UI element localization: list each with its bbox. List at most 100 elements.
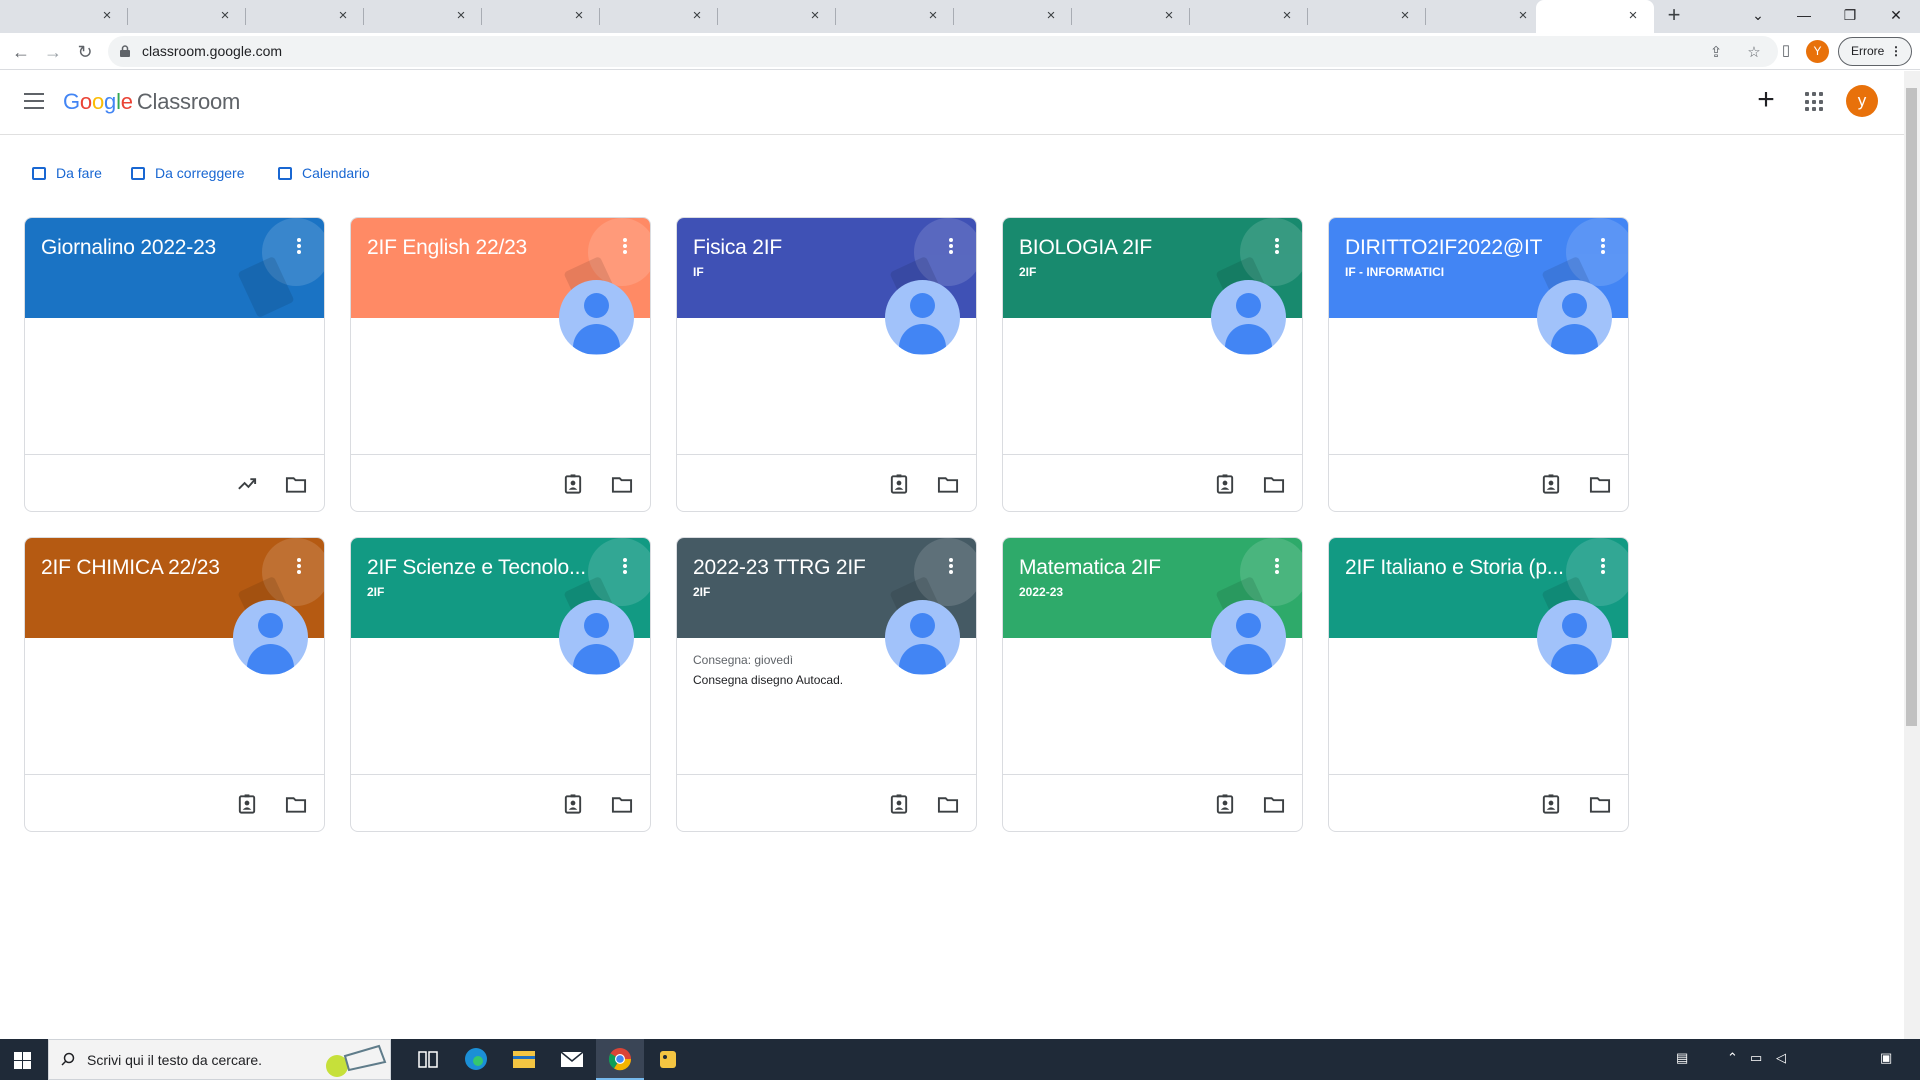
class-card[interactable]: 2IF Italiano e Storia (p... [1328, 537, 1629, 832]
class-title[interactable]: Matematica 2IF [1019, 556, 1259, 580]
folder-icon[interactable] [1263, 473, 1285, 495]
folder-icon[interactable] [285, 473, 307, 495]
calendar-link[interactable]: Calendario [278, 165, 370, 185]
close-tab-icon[interactable]: × [570, 7, 588, 25]
reload-icon[interactable]: ↻ [73, 40, 97, 64]
more-options-icon[interactable] [297, 558, 301, 574]
create-or-join-class-button[interactable]: + [1752, 85, 1780, 115]
close-tab-icon[interactable]: × [1042, 7, 1060, 25]
google-classroom-logo[interactable]: Google Classroom [63, 89, 240, 115]
trending-up-icon[interactable] [236, 473, 258, 495]
browser-tab[interactable]: × [246, 0, 364, 33]
google-apps-icon[interactable] [1805, 92, 1825, 112]
browser-tab[interactable]: × [128, 0, 246, 33]
back-icon[interactable]: ← [9, 40, 33, 64]
class-card[interactable]: Matematica 2IF 2022-23 [1002, 537, 1303, 832]
assignment-ind-icon[interactable] [562, 473, 584, 495]
close-tab-icon[interactable]: × [688, 7, 706, 25]
more-options-icon[interactable] [949, 238, 953, 254]
class-title[interactable]: BIOLOGIA 2IF [1019, 236, 1259, 260]
class-card[interactable]: 2022-23 TTRG 2IF 2IF Consegna: giovedì Cons… [676, 537, 977, 832]
browser-tab[interactable]: × [718, 0, 836, 33]
class-card[interactable]: 2IF English 22/23 [350, 217, 651, 512]
class-title[interactable]: 2022-23 TTRG 2IF [693, 556, 933, 580]
browser-tab[interactable]: × [836, 0, 954, 33]
browser-profile-avatar[interactable]: Y [1806, 40, 1829, 63]
assignment-ind-icon[interactable] [888, 473, 910, 495]
close-tab-icon[interactable]: × [1278, 7, 1296, 25]
browser-tab[interactable]: × [364, 0, 482, 33]
class-title[interactable]: DIRITTO2IF2022@IT [1345, 236, 1585, 260]
more-options-icon[interactable] [1275, 558, 1279, 574]
network-icon[interactable]: ▭ [1750, 1050, 1762, 1066]
restore-icon[interactable]: ❐ [1827, 0, 1873, 30]
assignment-ind-icon[interactable] [1214, 793, 1236, 815]
assignment-ind-icon[interactable] [1540, 793, 1562, 815]
folder-icon[interactable] [1589, 793, 1611, 815]
more-options-icon[interactable] [297, 238, 301, 254]
app-icon[interactable] [644, 1039, 692, 1080]
assignment-ind-icon[interactable] [236, 793, 258, 815]
more-options-icon[interactable] [949, 558, 953, 574]
due-assignment-link[interactable]: Consegna disegno Autocad. [693, 673, 843, 687]
todo-link[interactable]: Da fare [32, 165, 102, 185]
assignment-ind-icon[interactable] [1540, 473, 1562, 495]
close-tab-icon[interactable]: × [1396, 7, 1414, 25]
class-card[interactable]: Giornalino 2022-23 [24, 217, 325, 512]
file-explorer-icon[interactable] [500, 1039, 548, 1080]
close-tab-icon[interactable]: × [1624, 7, 1642, 25]
browser-tab[interactable]: × [1072, 0, 1190, 33]
close-tab-icon[interactable]: × [1514, 7, 1532, 25]
account-avatar[interactable]: y [1846, 85, 1878, 117]
side-panel-icon[interactable]: ▯ [1776, 41, 1796, 61]
folder-icon[interactable] [1263, 793, 1285, 815]
windows-start-icon[interactable] [14, 1052, 31, 1069]
folder-icon[interactable] [611, 793, 633, 815]
minimize-icon[interactable]: — [1781, 0, 1827, 30]
browser-tab-active[interactable]: × [1536, 0, 1654, 33]
address-bar[interactable]: classroom.google.com ⇪ ☆ [108, 36, 1778, 67]
mail-icon[interactable] [548, 1039, 596, 1080]
assignment-ind-icon[interactable] [1214, 473, 1236, 495]
show-hidden-icons[interactable]: ⌃ [1727, 1050, 1738, 1066]
class-title[interactable]: Giornalino 2022-23 [41, 236, 281, 260]
volume-muted-icon[interactable]: ◁ [1776, 1050, 1786, 1066]
new-tab-button[interactable]: + [1662, 4, 1686, 28]
class-card[interactable]: Fisica 2IF IF [676, 217, 977, 512]
class-title[interactable]: 2IF Italiano e Storia (p... [1345, 556, 1585, 580]
close-tab-icon[interactable]: × [98, 7, 116, 25]
folder-icon[interactable] [937, 793, 959, 815]
class-title[interactable]: 2IF Scienze e Tecnolo... [367, 556, 607, 580]
browser-tab[interactable]: × [1426, 0, 1544, 33]
more-options-icon[interactable] [623, 558, 627, 574]
folder-icon[interactable] [611, 473, 633, 495]
browser-tab[interactable]: × [10, 0, 128, 33]
class-card[interactable]: BIOLOGIA 2IF 2IF [1002, 217, 1303, 512]
main-menu-icon[interactable] [24, 93, 44, 109]
page-scrollbar-thumb[interactable] [1906, 88, 1917, 726]
close-tab-icon[interactable]: × [334, 7, 352, 25]
window-close-icon[interactable]: ✕ [1873, 0, 1919, 30]
folder-icon[interactable] [937, 473, 959, 495]
class-title[interactable]: 2IF English 22/23 [367, 236, 607, 260]
close-tab-icon[interactable]: × [216, 7, 234, 25]
more-options-icon[interactable] [1601, 238, 1605, 254]
class-card-banner[interactable]: Giornalino 2022-23 [25, 218, 324, 318]
browser-tab[interactable]: × [1308, 0, 1426, 33]
close-tab-icon[interactable]: × [924, 7, 942, 25]
browser-tab[interactable]: × [1190, 0, 1308, 33]
bookmark-star-icon[interactable]: ☆ [1744, 43, 1764, 63]
browser-tab[interactable]: × [954, 0, 1072, 33]
more-options-icon[interactable] [623, 238, 627, 254]
tab-search-icon[interactable]: ⌄ [1735, 0, 1781, 30]
close-tab-icon[interactable]: × [452, 7, 470, 25]
more-options-icon[interactable] [1275, 238, 1279, 254]
url-text[interactable]: classroom.google.com [142, 43, 282, 59]
browser-menu-icon[interactable]: ⋮ [1890, 38, 1902, 65]
notifications-icon[interactable]: ▣ [1880, 1050, 1892, 1066]
to-review-link[interactable]: Da correggere [131, 165, 245, 185]
task-view-icon[interactable] [404, 1039, 452, 1080]
browser-tab[interactable]: × [482, 0, 600, 33]
class-title[interactable]: 2IF CHIMICA 22/23 [41, 556, 281, 580]
close-tab-icon[interactable]: × [806, 7, 824, 25]
